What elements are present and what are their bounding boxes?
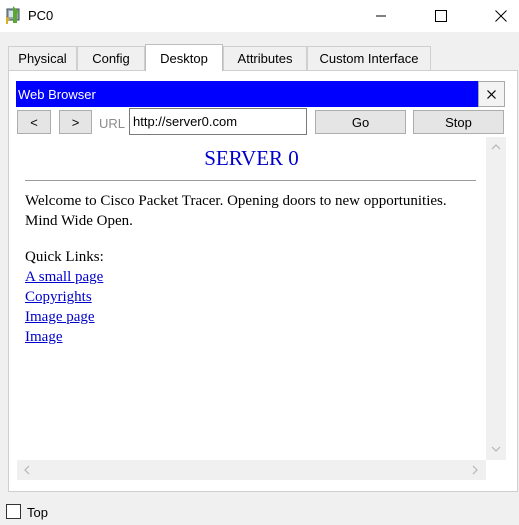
scroll-up-icon[interactable] [487,138,505,156]
quick-links-list: A small page Copyrights Image page Image [25,267,103,347]
link-copyrights[interactable]: Copyrights [25,287,103,307]
scroll-left-icon[interactable] [18,461,36,479]
quick-links-label: Quick Links: [25,249,104,265]
welcome-text: Welcome to Cisco Packet Tracer. Opening … [25,193,447,229]
horizontal-scrollbar[interactable] [17,460,486,480]
horizontal-rule [25,180,476,181]
browser-content-area: SERVER 0 Welcome to Cisco Packet Tracer.… [17,137,486,460]
packet-tracer-app-icon [6,6,20,24]
link-image[interactable]: Image [25,327,103,347]
title-bar: PC0 [0,0,519,32]
link-image-page[interactable]: Image page [25,307,103,327]
stop-button[interactable]: Stop [413,110,504,134]
window-title: PC0 [28,8,54,23]
url-input[interactable] [129,108,307,135]
go-button[interactable]: Go [315,110,406,134]
minimize-icon [376,15,386,17]
maximize-icon [435,10,447,22]
back-button[interactable]: < [17,110,51,134]
url-label: URL [99,116,126,131]
minimize-button[interactable] [358,0,404,32]
top-checkbox[interactable] [6,504,21,519]
page-heading: SERVER 0 [204,146,299,170]
web-browser-close-button[interactable] [478,81,505,107]
scroll-right-icon[interactable] [466,461,484,479]
scroll-down-icon[interactable] [487,440,505,458]
top-checkbox-label: Top [27,505,48,520]
web-browser-title-bar: Web Browser [16,81,478,107]
tab-custom-interface[interactable]: Custom Interface [307,46,431,70]
close-icon [487,89,496,99]
close-icon [495,10,507,22]
tab-desktop[interactable]: Desktop [145,44,223,71]
tab-attributes[interactable]: Attributes [223,46,307,70]
tab-physical[interactable]: Physical [8,46,77,70]
vertical-scrollbar[interactable] [486,137,506,460]
tab-config[interactable]: Config [77,46,145,70]
forward-button[interactable]: > [59,110,92,134]
maximize-button[interactable] [418,0,464,32]
close-window-button[interactable] [478,0,519,32]
link-small-page[interactable]: A small page [25,267,103,287]
